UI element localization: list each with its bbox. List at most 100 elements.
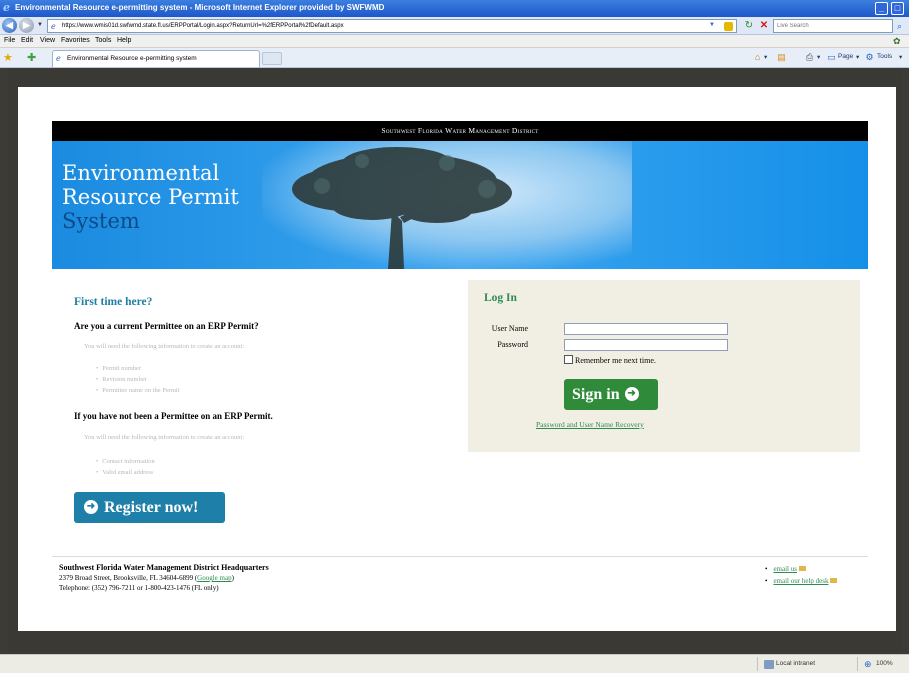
lock-icon[interactable] [724, 22, 733, 31]
login-heading: Log In [484, 292, 517, 304]
sign-in-button[interactable]: Sign in ➜ [564, 379, 658, 410]
hero-title-line3: System [62, 209, 140, 233]
register-button[interactable]: ➜ Register now! [74, 492, 225, 523]
page-icon: e [56, 54, 61, 63]
register-label: Register now! [104, 499, 199, 516]
first-time-heading: First time here? [74, 296, 153, 308]
toolbar-extension-icon[interactable]: ✿ [893, 36, 903, 46]
footer-hq-title: Southwest Florida Water Management Distr… [59, 563, 269, 572]
agency-banner: Southwest Florida Water Management Distr… [52, 121, 868, 141]
list-item: Contact information [96, 456, 155, 467]
arrow-right-icon: ➜ [624, 386, 639, 401]
mail-icon [798, 566, 806, 571]
current-permittee-question: Are you a current Permittee on an ERP Pe… [74, 321, 259, 331]
window-title: Environmental Resource e-permitting syst… [15, 3, 385, 12]
google-map-link[interactable]: Google map [197, 574, 231, 582]
add-favorite-icon[interactable]: ✚ [27, 52, 39, 64]
favorites-star-icon[interactable]: ★ [3, 52, 15, 64]
browser-viewport: Southwest Florida Water Management Distr… [8, 69, 901, 654]
security-zone[interactable]: Local intranet [776, 660, 815, 667]
home-dropdown-icon[interactable]: ▾ [764, 53, 767, 61]
intranet-zone-icon[interactable] [764, 660, 774, 669]
home-icon[interactable]: ⌂ [752, 52, 763, 63]
footer-address: 2379 Broad Street, Brooksville, FL 34604… [59, 574, 234, 582]
new-permittee-hint: You will need the following information … [84, 434, 245, 441]
current-permittee-requirements: Permit number Revision number Permittee … [96, 363, 180, 396]
footer-address-text: 2379 Broad Street, Brooksville, FL 34604… [59, 574, 198, 582]
list-item: Permit number [96, 363, 180, 374]
new-tab-button[interactable] [262, 52, 282, 65]
maximize-button[interactable]: □ [891, 2, 904, 15]
window-title-bar: e Environmental Resource e-permitting sy… [0, 0, 909, 17]
minimize-button[interactable]: _ [875, 2, 888, 15]
login-panel: Log In User Name Password Remember me ne… [468, 280, 860, 452]
search-input[interactable] [774, 20, 892, 32]
hero-banner: Environmental Resource Permit System [52, 141, 868, 269]
hero-title-line1: Environmental [62, 161, 220, 185]
ie-logo-icon: e [3, 1, 10, 14]
password-field[interactable] [564, 339, 728, 351]
tools-dropdown-icon[interactable]: ▾ [899, 53, 902, 61]
password-label: Password [497, 340, 528, 349]
page-icon: e [51, 22, 56, 31]
url-text[interactable]: https://www.wmis01d.swfwmd.state.fl.us/E… [62, 23, 344, 29]
username-field[interactable] [564, 323, 728, 335]
footer-divider [52, 556, 868, 557]
username-label: User Name [491, 324, 528, 333]
page-menu[interactable]: Page [838, 53, 853, 60]
url-dropdown-icon[interactable]: ▼ [709, 22, 718, 31]
arrow-right-icon: ➜ [84, 499, 98, 514]
list-item: Permittee name on the Permit [96, 385, 179, 396]
stop-icon[interactable]: ✕ [758, 20, 770, 32]
footer-address-end: ) [231, 574, 234, 582]
print-dropdown-icon[interactable]: ▾ [817, 53, 820, 61]
menu-view[interactable]: View [40, 37, 55, 44]
hero-title: Environmental Resource Permit System [62, 161, 239, 233]
status-separator [757, 657, 758, 671]
forward-button[interactable]: ▶ [19, 18, 34, 33]
tools-gear-icon[interactable]: ⚙ [864, 52, 875, 63]
list-item: email our help desk [765, 575, 838, 587]
tab-bar: ★ ✚ e Environmental Resource e-permittin… [0, 48, 909, 68]
sign-in-label: Sign in [572, 386, 620, 403]
menu-edit[interactable]: Edit [21, 37, 33, 44]
tab-label: Environmental Resource e-permitting syst… [67, 55, 197, 62]
new-permittee-question: If you have not been a Permittee on an E… [74, 411, 273, 421]
address-toolbar: ◀ ▶ ▼ e https://www.wmis01d.swfwmd.state… [0, 17, 909, 35]
page-dropdown-icon[interactable]: ▾ [856, 53, 859, 61]
search-icon[interactable]: ⌕ [897, 20, 907, 32]
menu-help[interactable]: Help [117, 37, 131, 44]
hero-title-line2: Resource Permit [62, 185, 239, 209]
menu-file[interactable]: File [4, 37, 15, 44]
current-permittee-hint: You will need the following information … [84, 343, 245, 350]
remember-me-label[interactable]: Remember me next time. [575, 356, 656, 365]
recent-pages-dropdown-icon[interactable]: ▼ [37, 22, 43, 28]
zoom-icon[interactable]: ⊕ [864, 659, 874, 669]
menu-tools[interactable]: Tools [95, 37, 111, 44]
search-box[interactable] [773, 19, 893, 33]
oak-tree-image [292, 147, 512, 269]
feeds-icon[interactable]: ▤ [776, 52, 787, 63]
back-button[interactable]: ◀ [2, 18, 17, 33]
remember-me-checkbox[interactable] [564, 355, 573, 364]
page-menu-icon[interactable]: ▭ [826, 52, 837, 63]
footer-contact-links: email us email our help desk [765, 563, 838, 587]
menu-favorites[interactable]: Favorites [61, 37, 90, 44]
new-permittee-requirements: Contact information Valid email address [96, 456, 155, 478]
list-item: Valid email address [96, 467, 155, 478]
password-recovery-link[interactable]: Password and User Name Recovery [536, 420, 644, 429]
tools-menu[interactable]: Tools [877, 53, 892, 60]
mail-icon [830, 578, 838, 583]
zoom-level[interactable]: 100% [876, 660, 893, 667]
menu-bar: File Edit View Favorites Tools Help ✿ [0, 35, 909, 48]
list-item: Revision number [96, 374, 180, 385]
remember-me[interactable]: Remember me next time. [564, 355, 656, 365]
refresh-icon[interactable]: ↻ [743, 20, 755, 32]
tab-environmental-resource[interactable]: e Environmental Resource e-permitting sy… [52, 50, 260, 67]
address-field[interactable]: e https://www.wmis01d.swfwmd.state.fl.us… [47, 19, 737, 33]
status-separator [857, 657, 858, 671]
print-icon[interactable]: ⎙ [804, 52, 815, 63]
email-help-desk-link[interactable]: email our help desk [773, 577, 828, 585]
status-bar: Local intranet ⊕ 100% [0, 654, 909, 673]
email-us-link[interactable]: email us [773, 565, 797, 573]
